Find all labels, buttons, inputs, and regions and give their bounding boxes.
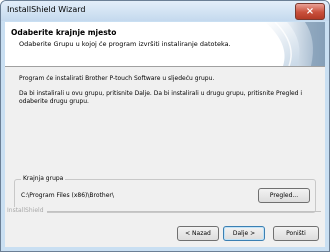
browse-button[interactable]: Pregled...: [258, 188, 310, 203]
program-info-text: Program će instalirati Brother P-touch S…: [19, 75, 215, 82]
destination-group-label: Krajnja grupa: [21, 175, 66, 182]
destination-path: C:\Program Files (x86)\Brother\: [21, 192, 114, 199]
page-title: Odaberite krajnje mjesto: [11, 28, 117, 37]
next-button[interactable]: Dalje >: [223, 226, 265, 241]
back-button[interactable]: < Nazad: [177, 226, 219, 241]
installer-window: InstallShield Wizard × Odaberite krajnje…: [0, 0, 330, 252]
window-title: InstallShield Wizard: [7, 5, 86, 14]
installshield-brand: InstallShield: [7, 207, 47, 214]
title-bar[interactable]: InstallShield Wizard ×: [1, 1, 329, 21]
wizard-header: Odaberite krajnje mjesto Odaberite Grupu…: [5, 22, 325, 67]
page-subtitle: Odaberite Grupu u kojoj će program izvrš…: [19, 40, 231, 48]
cancel-button[interactable]: Poništi: [273, 226, 319, 241]
close-icon: ×: [305, 6, 315, 17]
instructions-text: Da bi instalirali u ovu grupu, pritisnit…: [19, 90, 303, 105]
footer-divider: [11, 211, 321, 212]
wizard-client-area: Odaberite krajnje mjesto Odaberite Grupu…: [5, 22, 325, 247]
destination-group-box: Krajnja grupa C:\Program Files (x86)\Bro…: [14, 175, 316, 213]
header-graphic-icon: [265, 22, 325, 66]
close-button[interactable]: ×: [295, 3, 325, 20]
